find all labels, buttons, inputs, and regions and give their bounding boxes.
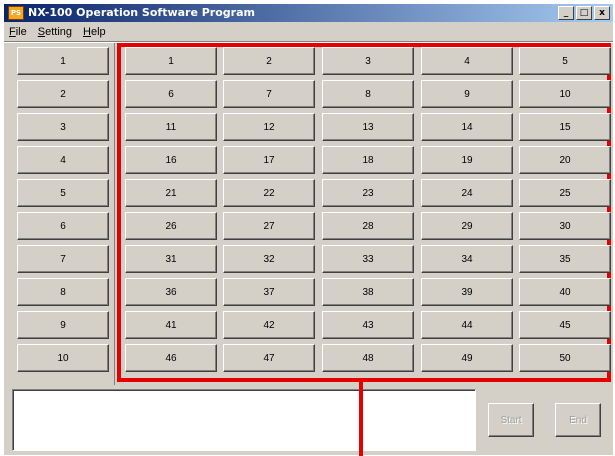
- group-button[interactable]: 10: [17, 344, 109, 372]
- menu-file[interactable]: File: [4, 23, 33, 41]
- channel-button[interactable]: 44: [421, 311, 513, 339]
- channel-button[interactable]: 18: [322, 146, 414, 174]
- channel-button[interactable]: 19: [421, 146, 513, 174]
- channel-button[interactable]: 46: [125, 344, 217, 372]
- menu-help-label: elp: [90, 26, 106, 38]
- channel-button[interactable]: 26: [125, 212, 217, 240]
- group-button[interactable]: 7: [17, 245, 109, 273]
- group-button[interactable]: 2: [17, 80, 109, 108]
- channel-button[interactable]: 17: [223, 146, 315, 174]
- channel-button[interactable]: 29: [421, 212, 513, 240]
- group-button[interactable]: 6: [17, 212, 109, 240]
- channel-button[interactable]: 13: [322, 113, 414, 141]
- channel-button[interactable]: 3: [322, 47, 414, 75]
- channel-button[interactable]: 50: [519, 344, 611, 372]
- menu-setting-label: etting: [45, 26, 73, 38]
- title-bar[interactable]: PS NX-100 Operation Software Program _ □…: [4, 4, 613, 22]
- channel-button[interactable]: 9: [421, 80, 513, 108]
- channel-button[interactable]: 31: [125, 245, 217, 273]
- menu-help-mnemonic: H: [83, 26, 91, 38]
- channel-button[interactable]: 45: [519, 311, 611, 339]
- channel-button[interactable]: 1: [125, 47, 217, 75]
- channel-button[interactable]: 7: [223, 80, 315, 108]
- channel-button[interactable]: 25: [519, 179, 611, 207]
- callout-pointer: [359, 378, 363, 456]
- channel-button[interactable]: 30: [519, 212, 611, 240]
- channel-button[interactable]: 5: [519, 47, 611, 75]
- group-button[interactable]: 4: [17, 146, 109, 174]
- channel-button[interactable]: 8: [322, 80, 414, 108]
- main-window: PS NX-100 Operation Software Program _ □…: [4, 4, 613, 455]
- channel-button[interactable]: 48: [322, 344, 414, 372]
- menu-bar: File Setting Help: [4, 23, 112, 41]
- menu-setting-mnemonic: S: [37, 26, 46, 38]
- channel-button[interactable]: 15: [519, 113, 611, 141]
- channel-button[interactable]: 39: [421, 278, 513, 306]
- window-title: NX-100 Operation Software Program: [28, 6, 255, 19]
- channel-button[interactable]: 37: [223, 278, 315, 306]
- menu-setting[interactable]: Setting: [33, 23, 78, 41]
- channel-button[interactable]: 6: [125, 80, 217, 108]
- channel-button[interactable]: 12: [223, 113, 315, 141]
- channel-button[interactable]: 21: [125, 179, 217, 207]
- channel-button[interactable]: 40: [519, 278, 611, 306]
- channel-button[interactable]: 28: [322, 212, 414, 240]
- group-button[interactable]: 8: [17, 278, 109, 306]
- channel-button[interactable]: 38: [322, 278, 414, 306]
- end-button[interactable]: End: [555, 403, 601, 437]
- channel-button[interactable]: 35: [519, 245, 611, 273]
- channel-button[interactable]: 22: [223, 179, 315, 207]
- channel-button[interactable]: 2: [223, 47, 315, 75]
- channel-button[interactable]: 34: [421, 245, 513, 273]
- channel-button[interactable]: 27: [223, 212, 315, 240]
- channel-button[interactable]: 33: [322, 245, 414, 273]
- channel-button[interactable]: 16: [125, 146, 217, 174]
- start-button[interactable]: Start: [488, 403, 534, 437]
- maximize-button[interactable]: □: [576, 6, 592, 20]
- channel-grid-highlight: 1 2 3 4 5 6 7 8 9 10 11 12 13 14 15 16 17 18 19 20 21 22 23 24 2…: [117, 43, 611, 382]
- log-output[interactable]: [12, 389, 476, 451]
- channel-button[interactable]: 36: [125, 278, 217, 306]
- menu-file-mnemonic: F: [9, 26, 16, 38]
- menu-file-label: ile: [15, 26, 27, 38]
- channel-button[interactable]: 32: [223, 245, 315, 273]
- app-icon: PS: [8, 6, 24, 20]
- channel-button[interactable]: 20: [519, 146, 611, 174]
- channel-button[interactable]: 14: [421, 113, 513, 141]
- channel-button[interactable]: 49: [421, 344, 513, 372]
- group-button-panel: 1 2 3 4 5 6 7 8 9 10: [4, 43, 115, 385]
- channel-button[interactable]: 10: [519, 80, 611, 108]
- group-button[interactable]: 9: [17, 311, 109, 339]
- channel-button[interactable]: 47: [223, 344, 315, 372]
- channel-button[interactable]: 41: [125, 311, 217, 339]
- channel-button[interactable]: 23: [322, 179, 414, 207]
- close-button[interactable]: x: [594, 6, 610, 20]
- group-button[interactable]: 1: [17, 47, 109, 75]
- channel-button[interactable]: 42: [223, 311, 315, 339]
- channel-button[interactable]: 4: [421, 47, 513, 75]
- channel-button[interactable]: 11: [125, 113, 217, 141]
- minimize-button[interactable]: _: [558, 6, 574, 20]
- group-button[interactable]: 5: [17, 179, 109, 207]
- channel-button[interactable]: 43: [322, 311, 414, 339]
- menu-help[interactable]: Help: [78, 23, 112, 41]
- channel-button[interactable]: 24: [421, 179, 513, 207]
- group-button[interactable]: 3: [17, 113, 109, 141]
